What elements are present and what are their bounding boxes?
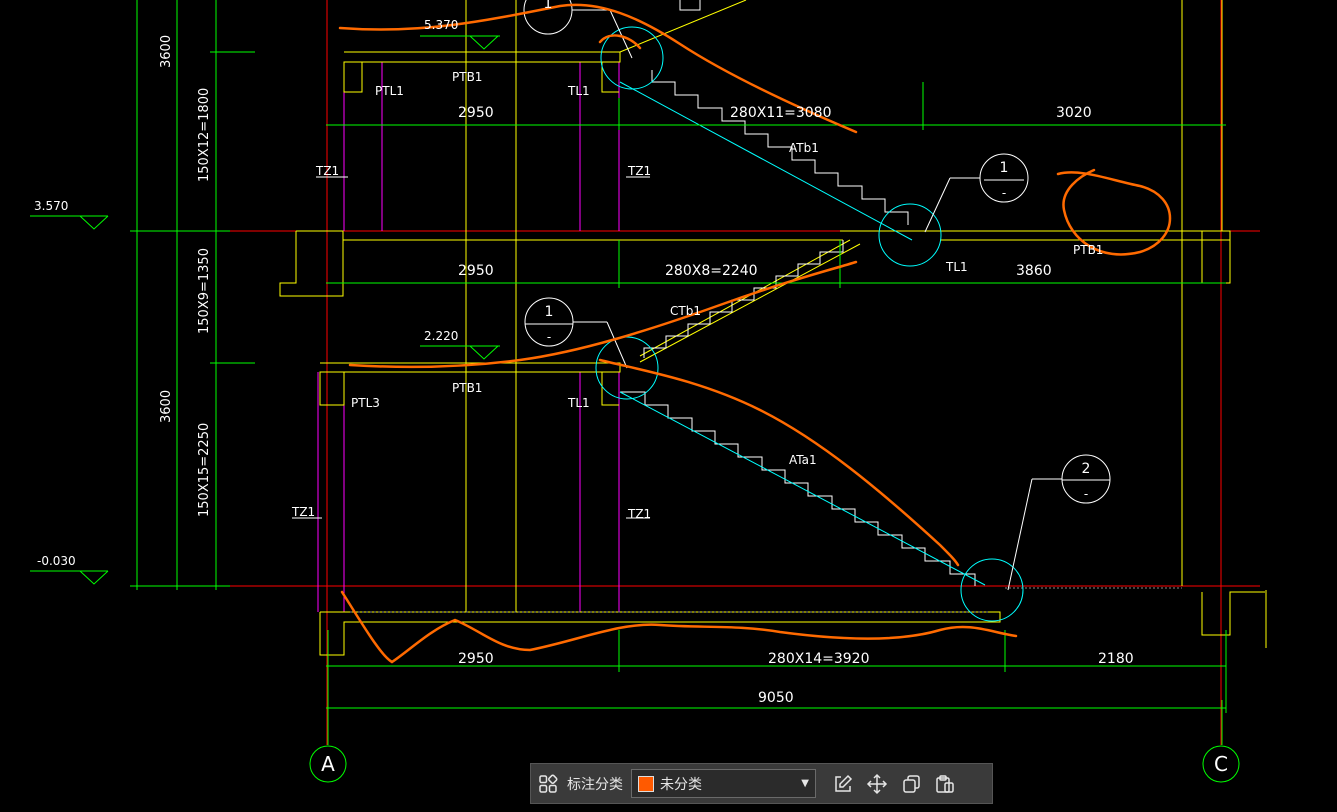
dim-label: 3020 (1056, 105, 1092, 121)
component-label: ATa1 (789, 453, 817, 467)
callout-sub: - (1002, 186, 1006, 200)
dim-label: 2950 (458, 105, 494, 121)
callout-sub: - (547, 330, 551, 344)
category-select[interactable]: 未分类 ▼ (631, 769, 816, 798)
grid-icon[interactable] (531, 767, 565, 801)
dim-label: 2950 (458, 263, 494, 279)
dim-label: 3860 (1016, 263, 1052, 279)
copy-icon[interactable] (894, 767, 928, 801)
axis-label-c: C (1214, 752, 1228, 776)
dim-label: 280X8=2240 (665, 263, 758, 279)
component-label: PTL1 (375, 84, 404, 98)
category-color-swatch (638, 775, 654, 792)
component-label: PTB1 (452, 381, 482, 395)
callout-number: 1 (1000, 160, 1009, 176)
component-label: TZ1 (291, 505, 315, 519)
component-label: CTb1 (670, 304, 701, 318)
elevation-label: 2.220 (424, 329, 458, 343)
elevation-label: -0.030 (37, 554, 76, 568)
classify-label: 标注分类 (567, 776, 623, 793)
dim-label: 280X14=3920 (768, 651, 870, 667)
callout-number: 1 (545, 304, 554, 320)
dim-label: 3600 (159, 390, 174, 423)
dim-label: 2180 (1098, 651, 1134, 667)
cad-drawing-canvas[interactable]: 5.370 3.570 2.220 -0.030 3600 150X12=180… (0, 0, 1337, 812)
paste-icon[interactable] (928, 767, 962, 801)
chevron-down-icon: ▼ (801, 778, 809, 789)
callout-sub: - (1084, 487, 1088, 501)
component-label: TZ1 (627, 164, 651, 178)
dim-label: 9050 (758, 690, 794, 706)
component-label: PTB1 (1073, 243, 1103, 257)
elevation-label: 5.370 (424, 18, 458, 32)
dim-label: 280X11=3080 (730, 105, 832, 121)
component-label: TL1 (567, 396, 590, 410)
edit-icon[interactable] (826, 767, 860, 801)
component-label: ATb1 (789, 141, 819, 155)
callout-number: 2 (1082, 461, 1091, 477)
callout-number: 1 (544, 0, 553, 12)
dim-label: 150X15=2250 (197, 423, 212, 517)
component-label: PTL3 (351, 396, 380, 410)
component-label: PTB1 (452, 70, 482, 84)
dim-label: 3600 (159, 35, 174, 68)
dim-label: 150X9=1350 (197, 248, 212, 334)
component-label: TL1 (945, 260, 968, 274)
elevation-label: 3.570 (34, 199, 68, 213)
annotation-toolbar: 标注分类 未分类 ▼ (530, 763, 993, 804)
move-icon[interactable] (860, 767, 894, 801)
axis-label-a: A (321, 752, 335, 776)
category-value: 未分类 (660, 776, 702, 793)
component-label: TL1 (567, 84, 590, 98)
dim-label: 2950 (458, 651, 494, 667)
dim-label: 150X12=1800 (197, 88, 212, 182)
component-label: TZ1 (627, 507, 651, 521)
component-label: TZ1 (315, 164, 339, 178)
